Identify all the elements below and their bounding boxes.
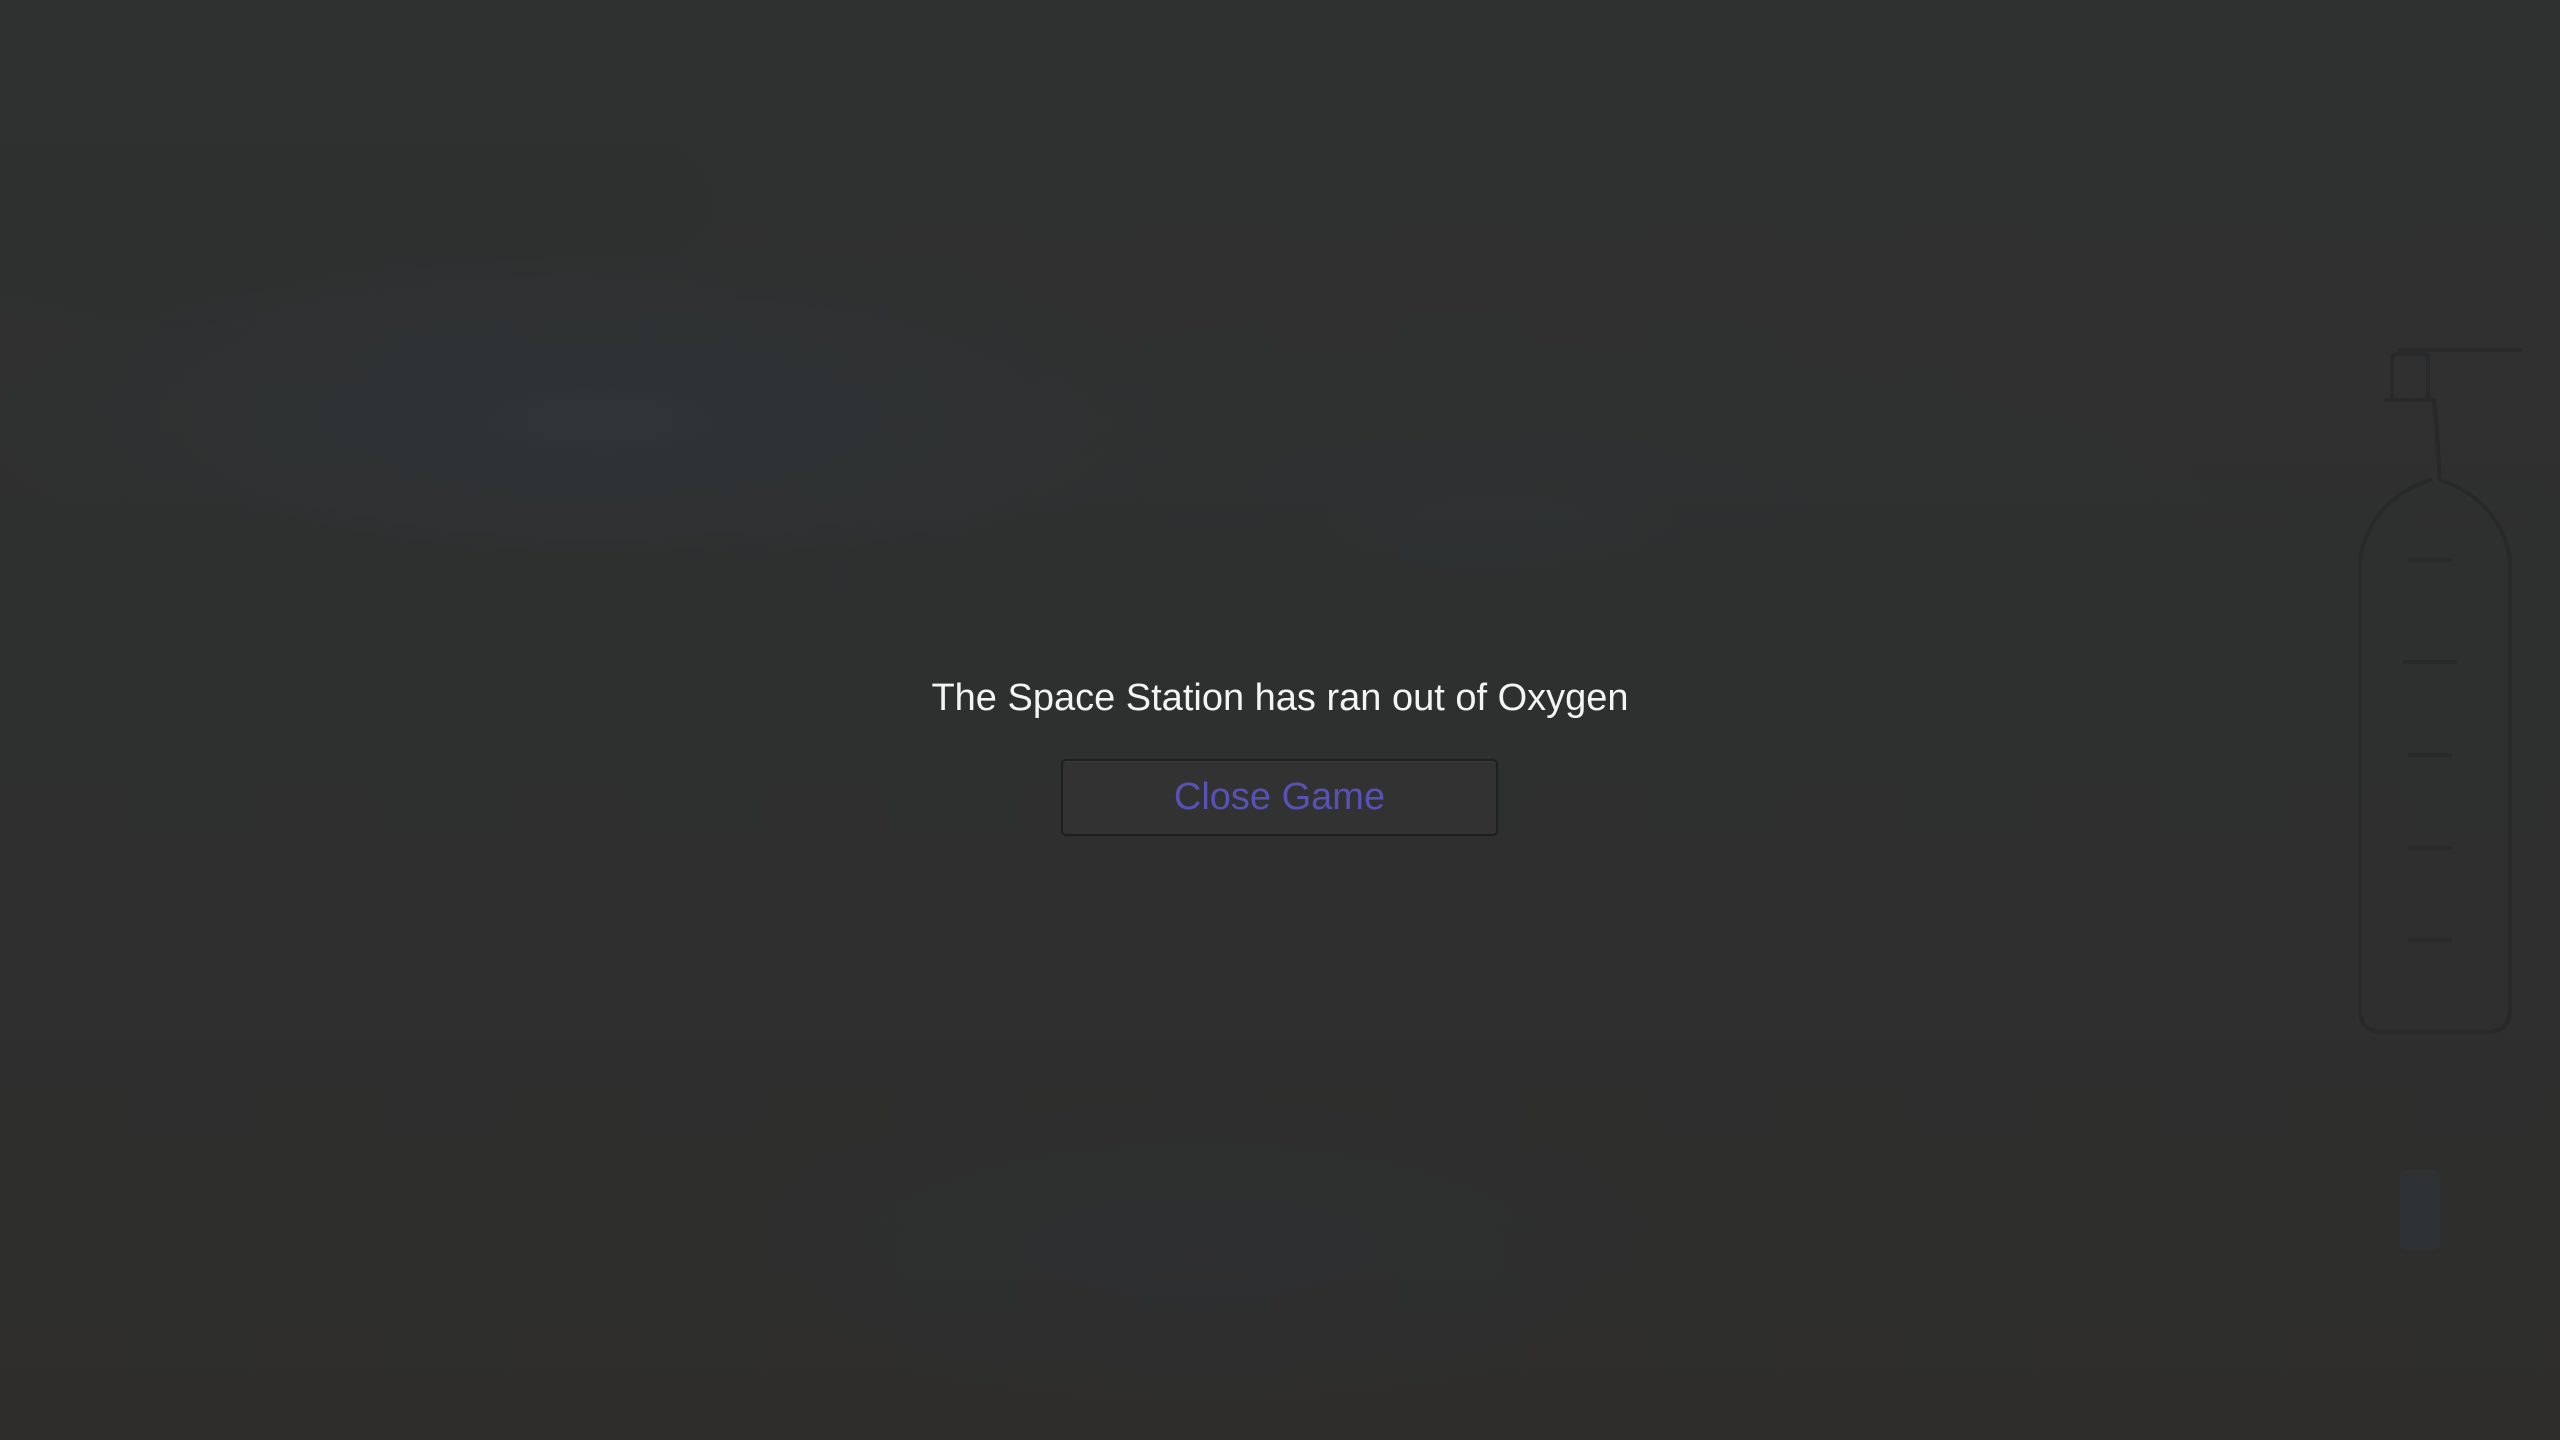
- close-game-button[interactable]: Close Game: [1061, 759, 1498, 836]
- game-over-message: The Space Station has ran out of Oxygen: [931, 677, 1629, 719]
